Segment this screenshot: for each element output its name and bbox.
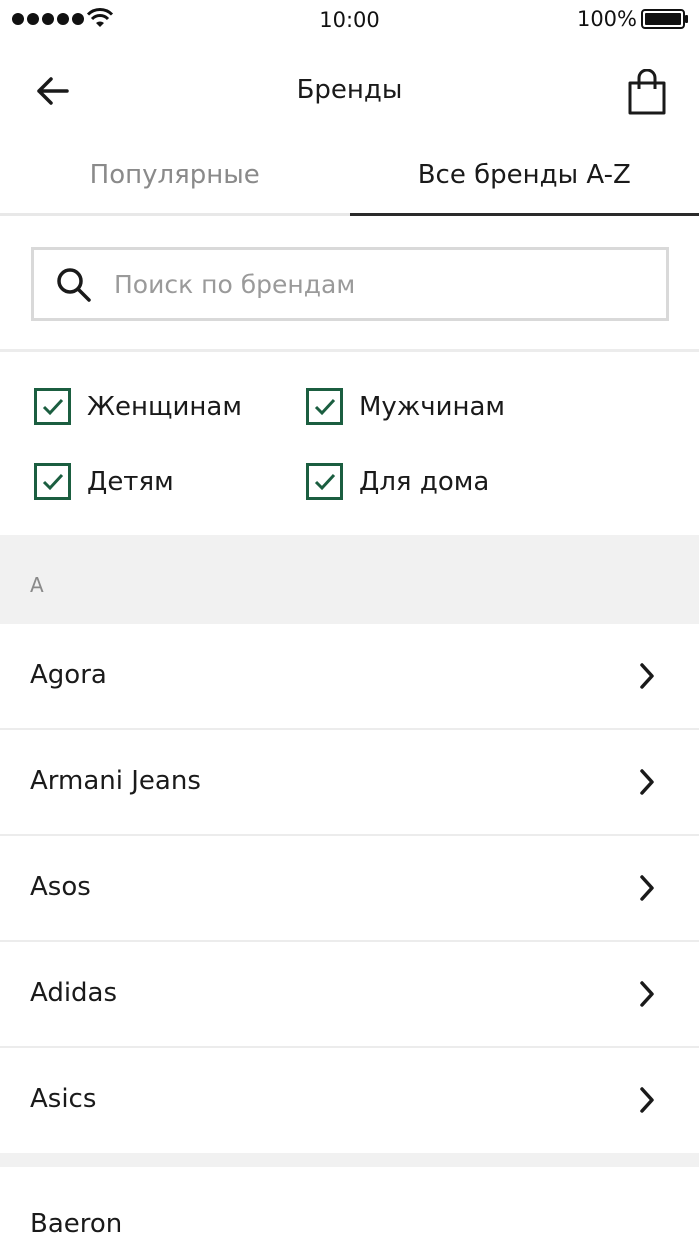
list-item[interactable]: Adidas — [0, 942, 699, 1048]
battery-percentage: 100% — [576, 7, 637, 31]
list-item[interactable]: Asos — [0, 836, 699, 942]
checkmark-icon — [314, 398, 335, 415]
chevron-right-icon — [640, 875, 654, 901]
filter-women[interactable]: Женщинам — [34, 388, 242, 425]
checkbox-kids[interactable] — [34, 463, 71, 500]
shopping-bag-icon — [628, 69, 666, 115]
status-bar: 10:00 100% — [0, 0, 699, 40]
search-icon — [57, 268, 91, 302]
brand-name: Agora — [30, 660, 107, 690]
checkmark-icon — [42, 398, 63, 415]
list-item[interactable]: Armani Jeans — [0, 730, 699, 836]
page-title: Бренды — [296, 75, 403, 105]
brand-list: Agora Armani Jeans Asos Adidas Asics — [0, 624, 699, 1154]
search-section — [0, 216, 699, 352]
tab-all-brands[interactable]: Все бренды A-Z — [349, 140, 699, 216]
section-divider — [0, 1153, 699, 1167]
filter-label-women: Женщинам — [87, 391, 242, 422]
brand-tabs: Популярные Все бренды A-Z — [0, 140, 699, 216]
list-item[interactable]: Asics — [0, 1048, 699, 1154]
checkmark-icon — [314, 473, 335, 490]
tab-popular[interactable]: Популярные — [0, 140, 350, 213]
filter-label-men: Мужчинам — [359, 391, 506, 422]
navigation-bar: Бренды — [0, 55, 699, 127]
filter-label-home: Для дома — [359, 466, 490, 497]
list-item[interactable]: Baeron — [0, 1167, 699, 1242]
chevron-right-icon — [640, 981, 654, 1007]
section-header-a: A — [0, 535, 699, 624]
list-item[interactable]: Agora — [0, 624, 699, 730]
filter-men[interactable]: Мужчинам — [306, 388, 505, 425]
brand-name: Asics — [30, 1084, 97, 1114]
chevron-right-icon — [640, 769, 654, 795]
filter-kids[interactable]: Детям — [34, 463, 174, 500]
checkbox-home[interactable] — [306, 463, 343, 500]
search-input[interactable] — [114, 250, 654, 318]
brand-name: Baeron — [30, 1209, 123, 1239]
chevron-right-icon — [640, 1087, 654, 1113]
cart-button[interactable] — [623, 65, 671, 119]
filter-label-kids: Детям — [87, 466, 174, 497]
section-letter: A — [30, 573, 44, 597]
brand-name: Armani Jeans — [30, 766, 201, 796]
brand-name: Asos — [30, 872, 91, 902]
category-filters: Женщинам Мужчинам Детям Для дома — [0, 355, 699, 535]
checkbox-men[interactable] — [306, 388, 343, 425]
filter-home[interactable]: Для дома — [306, 463, 489, 500]
checkbox-women[interactable] — [34, 388, 71, 425]
checkmark-icon — [42, 473, 63, 490]
search-box[interactable] — [31, 247, 669, 321]
chevron-right-icon — [640, 663, 654, 689]
battery-icon — [641, 9, 688, 29]
brand-name: Adidas — [30, 978, 118, 1008]
